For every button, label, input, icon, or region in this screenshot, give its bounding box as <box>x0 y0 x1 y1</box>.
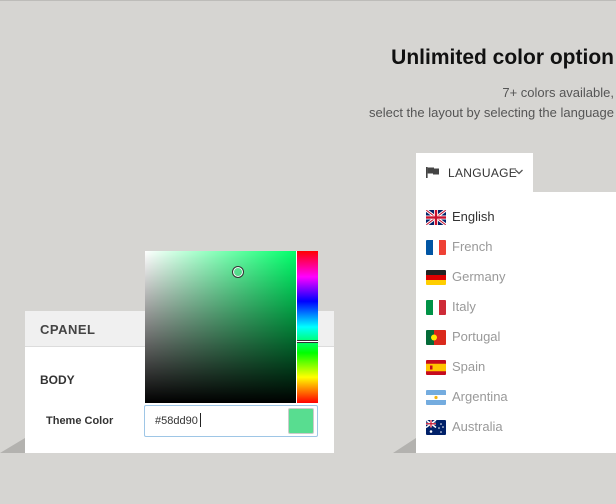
language-item-english[interactable]: English <box>426 205 606 235</box>
body-section-label: BODY <box>40 373 75 387</box>
language-name: Australia <box>452 419 503 434</box>
subtitle-line-1: 7+ colors available, <box>502 85 614 100</box>
portugal-flag-icon <box>426 330 446 345</box>
argentina-flag-icon <box>426 390 446 405</box>
text-caret <box>200 413 201 427</box>
language-dropdown-button[interactable]: LANGUAGE <box>416 153 533 192</box>
language-label: LANGUAGE <box>448 166 518 180</box>
france-flag-icon <box>426 240 446 255</box>
language-item-french[interactable]: French <box>426 235 606 265</box>
language-item-spain[interactable]: Spain <box>426 355 606 385</box>
hue-bar[interactable] <box>297 251 318 403</box>
language-name: English <box>452 209 495 224</box>
saturation-cursor-icon[interactable] <box>232 266 244 278</box>
chevron-down-icon <box>515 169 523 175</box>
language-list: English French Germany Italy Portugal Sp… <box>416 192 616 453</box>
language-name: Italy <box>452 299 476 314</box>
language-name: French <box>452 239 493 254</box>
theme-color-label: Theme Color <box>46 415 114 427</box>
subtitle-line-2: select the layout by selecting the langu… <box>368 105 614 120</box>
color-picker[interactable] <box>145 251 318 403</box>
color-swatch[interactable] <box>288 408 314 434</box>
cpanel-title: CPANEL <box>40 322 96 337</box>
theme-color-value: #58dd90 <box>155 415 198 427</box>
language-item-italy[interactable]: Italy <box>426 295 606 325</box>
flag-icon <box>426 167 439 178</box>
uk-flag-icon <box>426 210 446 225</box>
spain-flag-icon <box>426 360 446 375</box>
germany-flag-icon <box>426 270 446 285</box>
language-name: Germany <box>452 269 506 284</box>
saturation-value-area[interactable] <box>145 251 296 403</box>
theme-color-input[interactable]: #58dd90 <box>144 405 318 437</box>
language-name: Spain <box>452 359 486 374</box>
australia-flag-icon <box>426 420 446 435</box>
language-item-australia[interactable]: Australia <box>426 415 606 445</box>
panel-fold-shadow <box>0 438 25 453</box>
language-item-argentina[interactable]: Argentina <box>426 385 606 415</box>
language-item-germany[interactable]: Germany <box>426 265 606 295</box>
hue-slider-icon[interactable] <box>297 340 318 343</box>
italy-flag-icon <box>426 300 446 315</box>
language-item-portugal[interactable]: Portugal <box>426 325 606 355</box>
headline: Unlimited color option <box>391 46 614 69</box>
language-name: Portugal <box>452 329 501 344</box>
panel-fold-shadow <box>393 438 416 453</box>
language-name: Argentina <box>452 389 508 404</box>
top-divider <box>0 0 616 1</box>
